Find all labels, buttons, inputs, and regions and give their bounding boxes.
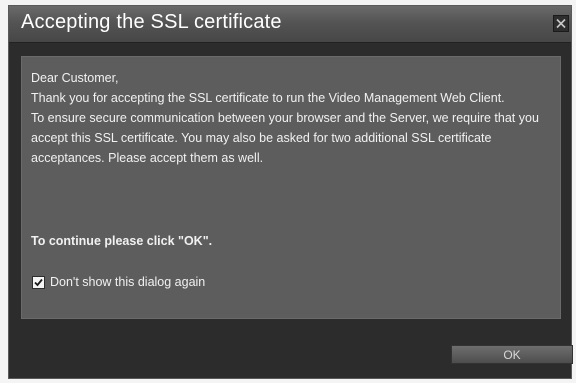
continue-instruction: To continue please click "OK". xyxy=(31,234,213,248)
dont-show-again-row[interactable]: Don't show this dialog again xyxy=(32,273,205,291)
secure-communication-text: To ensure secure communication between y… xyxy=(31,111,539,165)
ok-button[interactable]: OK xyxy=(451,345,573,364)
close-button[interactable] xyxy=(553,15,569,32)
dont-show-again-label[interactable]: Don't show this dialog again xyxy=(50,275,205,289)
thank-you-text: Thank you for accepting the SSL certific… xyxy=(31,91,505,105)
dialog-title: Accepting the SSL certificate xyxy=(21,11,282,33)
message-panel: Dear Customer, Thank you for accepting t… xyxy=(21,56,561,319)
dialog-titlebar[interactable]: Accepting the SSL certificate xyxy=(9,6,571,43)
close-x-icon xyxy=(554,16,568,31)
greeting-text: Dear Customer, xyxy=(31,71,119,85)
ssl-certificate-dialog: Accepting the SSL certificate Dear Custo… xyxy=(8,5,573,379)
message-body: Dear Customer, Thank you for accepting t… xyxy=(31,68,543,248)
dont-show-again-checkbox[interactable] xyxy=(32,275,45,289)
